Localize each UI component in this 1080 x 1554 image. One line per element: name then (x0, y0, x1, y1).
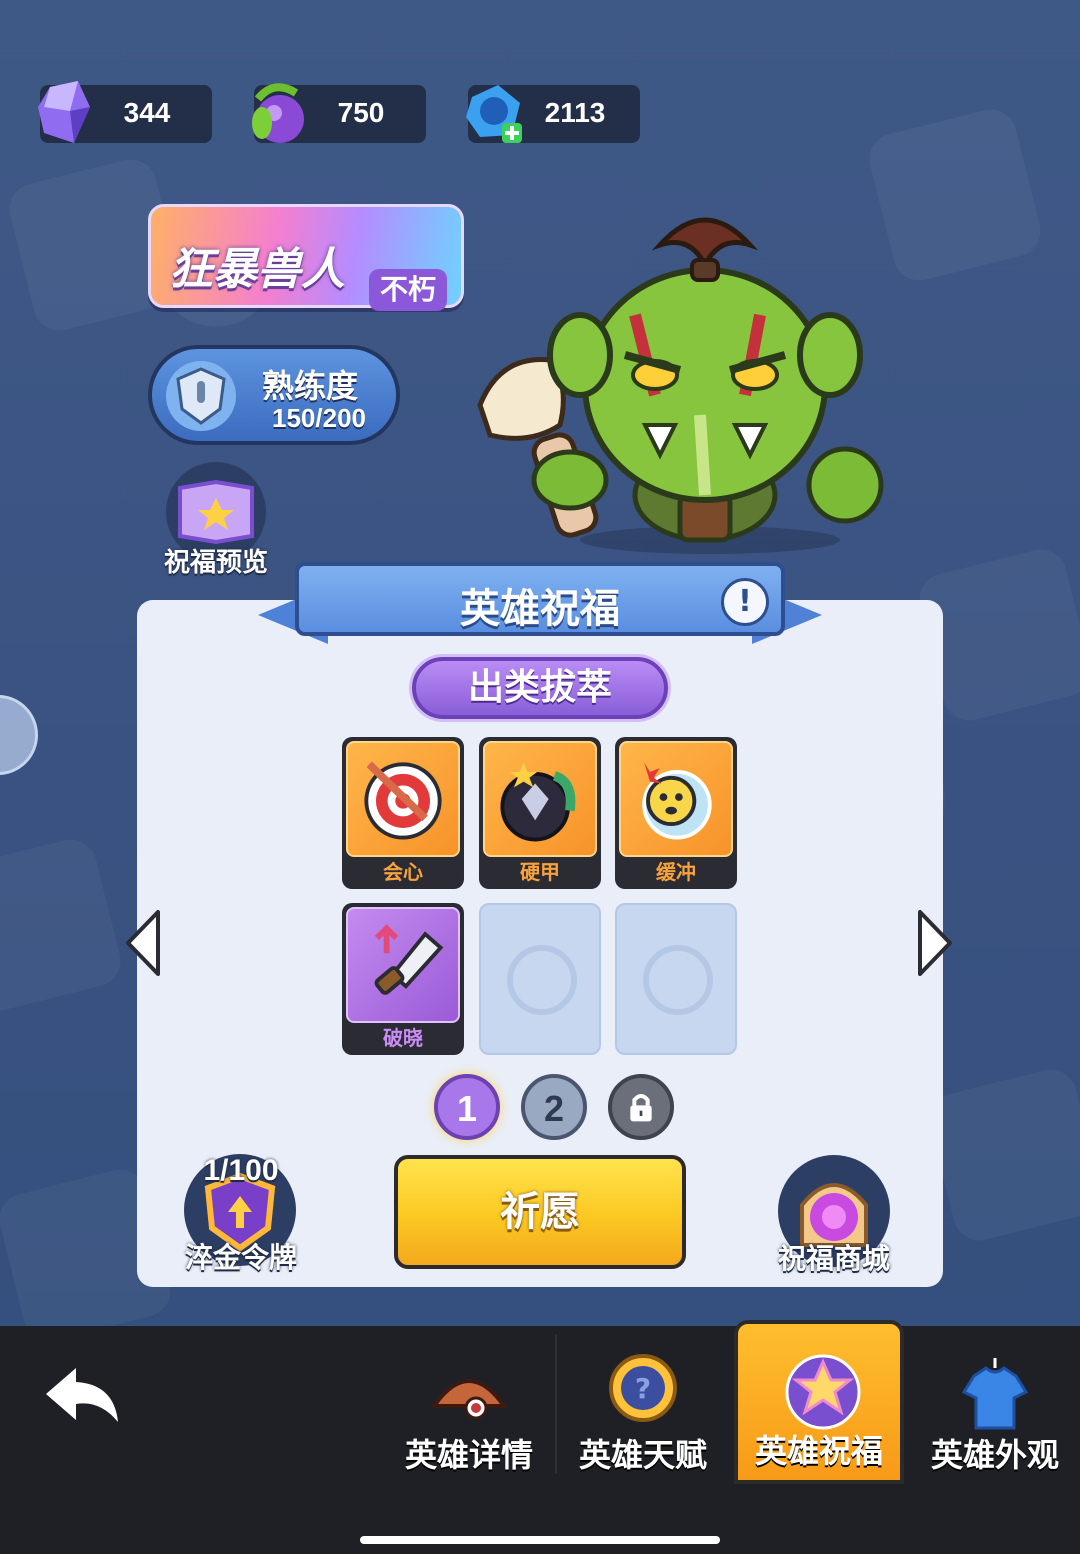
next-arrow-icon[interactable] (914, 908, 954, 978)
tab-label: 英雄祝福 (754, 1432, 883, 1470)
info-button[interactable]: ! (721, 578, 769, 626)
pray-label: 祈愿 (500, 1189, 580, 1235)
currency-crystal[interactable]: 344 (38, 81, 212, 143)
prev-arrow-icon[interactable] (124, 908, 164, 978)
empty-slot[interactable] (615, 903, 737, 1055)
tab-hero-detail[interactable]: 英雄详情 (384, 1326, 554, 1484)
blessing-slot[interactable]: 破晓 (342, 903, 464, 1055)
hero-name-plate: 狂暴兽人 不朽 (148, 204, 464, 311)
slot-label: 缓冲 (656, 860, 696, 884)
currency-value: 344 (123, 97, 171, 128)
token-count: 1/100 (203, 1154, 279, 1187)
dagger-icon (346, 907, 460, 1023)
blessing-shop-button[interactable]: 祝福商城 (772, 1155, 896, 1283)
currency-value: 750 (337, 97, 385, 128)
category-tab[interactable]: 出类拔萃 (412, 657, 668, 719)
slot-label: 会心 (383, 860, 423, 884)
panel-title: 英雄祝福 (460, 586, 620, 632)
blessing-slot[interactable]: 硬甲 (479, 737, 601, 889)
currency-value: 2113 (544, 97, 606, 128)
panel-title-ribbon: 英雄祝福 ! (295, 562, 785, 636)
tab-divider (555, 1334, 557, 1474)
armor-bomb-icon (483, 741, 597, 857)
slot-label: 破晓 (383, 1026, 423, 1050)
slot-label: 硬甲 (520, 860, 560, 884)
hero-detail-icon (430, 1379, 508, 1420)
mastery-value: 150/200 (272, 403, 366, 433)
tab-label: 英雄天赋 (578, 1436, 707, 1474)
gold-token-button[interactable]: 1/100 淬金令牌 (178, 1152, 304, 1282)
lock-icon (630, 1094, 652, 1122)
mastery-button[interactable]: 熟练度 150/200 (148, 345, 400, 445)
mastery-label: 熟练度 (262, 367, 359, 405)
nav-footer (0, 1488, 1080, 1554)
blessing-preview-button[interactable]: 祝福预览 (162, 462, 270, 580)
tab-label: 英雄外观 (930, 1436, 1059, 1474)
back-icon[interactable] (40, 1360, 126, 1430)
empty-slot[interactable] (479, 903, 601, 1055)
target-icon (346, 741, 460, 857)
currency-gem-token[interactable]: 2113 (466, 85, 640, 143)
token-label: 淬金令牌 (184, 1241, 297, 1274)
talent-icon: ? (609, 1354, 677, 1422)
tab-hero-talent[interactable]: ? 英雄天赋 (558, 1326, 728, 1484)
buffer-face-icon (619, 741, 733, 857)
empty-slot-icon (643, 945, 713, 1015)
orc-hero-portrait (477, 217, 884, 554)
hero-rank-badge: 不朽 (369, 269, 447, 311)
tab-label: 英雄详情 (404, 1436, 533, 1474)
blessing-slot[interactable]: 会心 (342, 737, 464, 889)
empty-slot-icon (507, 945, 577, 1015)
outfit-icon (961, 1358, 1029, 1430)
blessing-slot[interactable]: 缓冲 (615, 737, 737, 889)
tab-hero-outfit[interactable]: 英雄外观 (910, 1326, 1080, 1484)
blessing-icon (785, 1354, 861, 1430)
mastery-shield-icon (166, 361, 236, 431)
pray-button[interactable]: 祈愿 (394, 1155, 686, 1269)
page-button-2[interactable]: 2 (521, 1074, 587, 1140)
category-label: 出类拔萃 (467, 667, 612, 708)
svg-text:?: ? (635, 1372, 651, 1405)
page-button-1[interactable]: 1 (434, 1074, 500, 1140)
blessing-preview-label: 祝福预览 (163, 548, 268, 578)
tab-hero-blessing[interactable]: 英雄祝福 (734, 1320, 904, 1484)
blessing-shop-label: 祝福商城 (777, 1242, 890, 1275)
hero-name: 狂暴兽人 (169, 244, 345, 295)
currency-potion[interactable]: 750 (252, 83, 426, 143)
home-indicator[interactable] (360, 1536, 720, 1544)
locked-page-button[interactable] (608, 1074, 674, 1140)
